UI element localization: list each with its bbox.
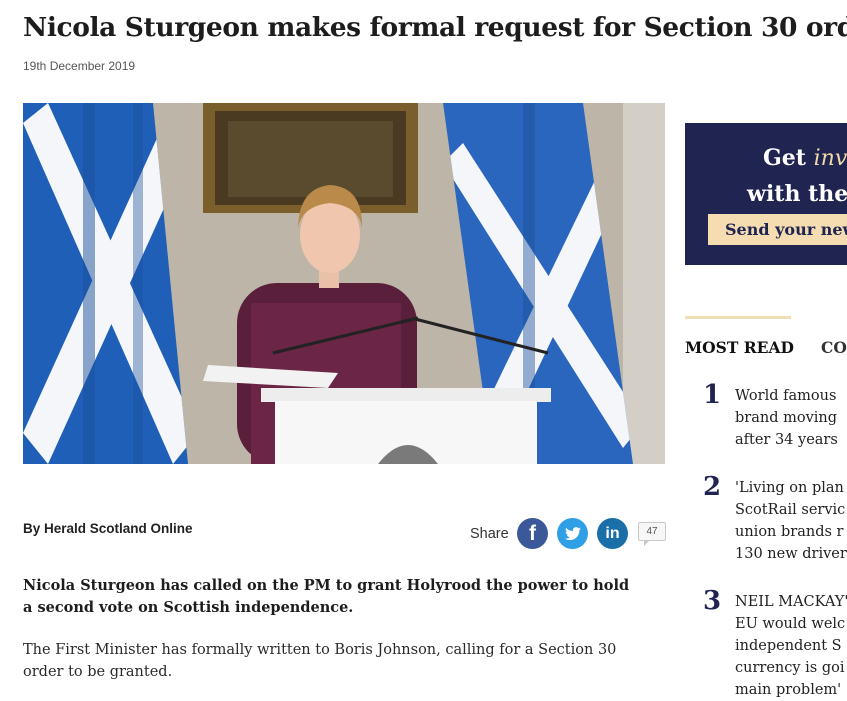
ad-headline-line2: with the — [747, 181, 847, 207]
comment-count-badge[interactable]: 47 — [638, 522, 666, 546]
byline: By Herald Scotland Online — [23, 521, 193, 536]
video-player[interactable] — [23, 103, 665, 464]
active-tab-indicator — [685, 316, 791, 319]
tab-most-read[interactable]: MOST READ — [685, 338, 794, 357]
linkedin-icon: in — [605, 524, 620, 542]
most-read-item[interactable]: NEIL MACKAY' EU would welc independent S… — [735, 591, 847, 701]
article-body-paragraph: The First Minister has formally written … — [23, 642, 617, 680]
tab-comments[interactable]: CO — [821, 338, 847, 357]
linkedin-share-button[interactable]: in — [597, 518, 628, 549]
most-read-item[interactable]: World famous brand moving after 34 years — [735, 385, 847, 451]
facebook-icon: f — [529, 521, 536, 545]
facebook-share-button[interactable]: f — [517, 518, 548, 549]
article-date: 19th December 2019 — [23, 59, 136, 73]
ad-headline-line1: Get inv — [763, 145, 847, 171]
article-lede: Nicola Sturgeon has called on the PM to … — [23, 577, 630, 616]
share-label: Share — [470, 526, 509, 542]
rank-number: 1 — [703, 380, 722, 410]
ad-cta-button[interactable]: Send your new — [708, 214, 847, 245]
video-frame-image — [23, 103, 665, 464]
rank-number: 3 — [703, 586, 722, 616]
twitter-bird-icon — [564, 526, 581, 540]
article-headline: Nicola Sturgeon makes formal request for… — [23, 12, 847, 43]
newsletter-ad-banner[interactable]: Get inv with the Send your new — [685, 123, 847, 265]
twitter-share-button[interactable] — [557, 518, 588, 549]
most-read-item[interactable]: 'Living on plan ScotRail servic union br… — [735, 477, 847, 565]
rank-number: 2 — [703, 472, 722, 502]
